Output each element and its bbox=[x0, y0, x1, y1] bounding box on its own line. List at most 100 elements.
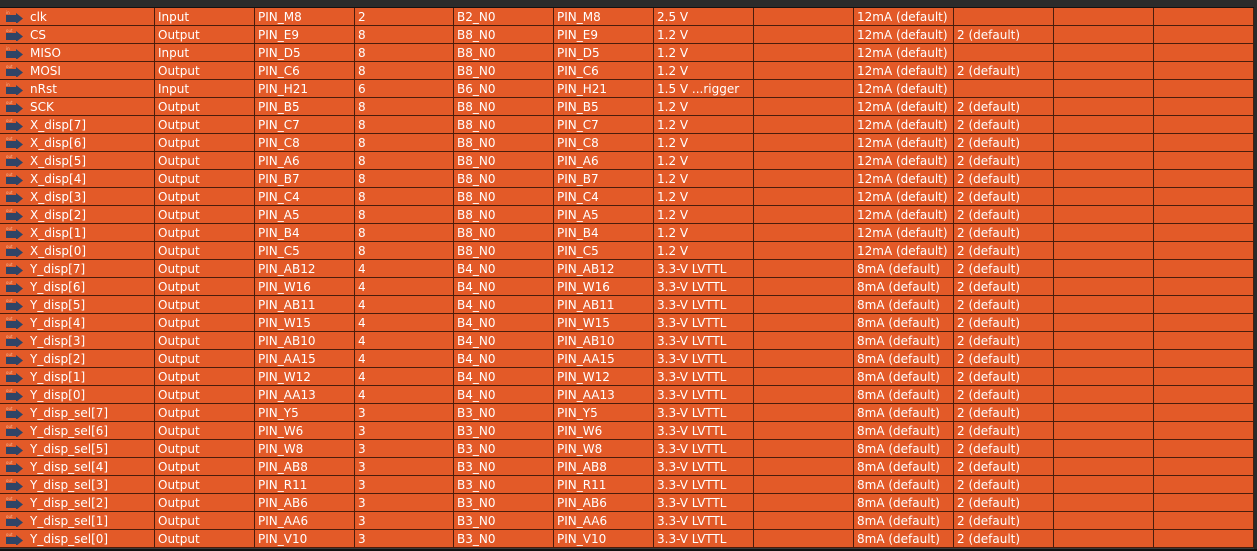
reserved-cell[interactable] bbox=[754, 80, 854, 97]
direction-cell[interactable]: Input bbox=[155, 80, 255, 97]
fitter-location-cell[interactable]: PIN_R11 bbox=[554, 476, 654, 493]
location-cell[interactable]: PIN_C4 bbox=[255, 188, 355, 205]
node-name-cell[interactable]: out Y_disp[5] bbox=[0, 296, 155, 313]
empty-cell[interactable] bbox=[1154, 224, 1254, 241]
vref-group-cell[interactable]: B8_N0 bbox=[454, 44, 554, 61]
slew-rate-cell[interactable]: 2 (default) bbox=[954, 404, 1054, 421]
empty-cell[interactable] bbox=[1054, 224, 1154, 241]
vref-group-cell[interactable]: B8_N0 bbox=[454, 62, 554, 79]
vref-group-cell[interactable]: B8_N0 bbox=[454, 206, 554, 223]
empty-cell[interactable] bbox=[1154, 242, 1254, 259]
fitter-location-cell[interactable]: PIN_D5 bbox=[554, 44, 654, 61]
io-standard-cell[interactable]: 1.2 V bbox=[654, 206, 754, 223]
location-cell[interactable]: PIN_AB8 bbox=[255, 458, 355, 475]
fitter-location-cell[interactable]: PIN_C8 bbox=[554, 134, 654, 151]
reserved-cell[interactable] bbox=[754, 404, 854, 421]
slew-rate-cell[interactable]: 2 (default) bbox=[954, 116, 1054, 133]
current-strength-cell[interactable]: 8mA (default) bbox=[854, 440, 954, 457]
io-standard-cell[interactable]: 1.2 V bbox=[654, 188, 754, 205]
bank-cell[interactable]: 8 bbox=[355, 62, 454, 79]
current-strength-cell[interactable]: 8mA (default) bbox=[854, 260, 954, 277]
node-name-cell[interactable]: out X_disp[4] bbox=[0, 170, 155, 187]
empty-cell[interactable] bbox=[1054, 296, 1154, 313]
current-strength-cell[interactable]: 12mA (default) bbox=[854, 134, 954, 151]
fitter-location-cell[interactable]: PIN_C5 bbox=[554, 242, 654, 259]
io-standard-cell[interactable]: 3.3-V LVTTL bbox=[654, 530, 754, 547]
slew-rate-cell[interactable]: 2 (default) bbox=[954, 188, 1054, 205]
reserved-cell[interactable] bbox=[754, 206, 854, 223]
vref-group-cell[interactable]: B3_N0 bbox=[454, 512, 554, 529]
io-standard-cell[interactable]: 3.3-V LVTTL bbox=[654, 422, 754, 439]
reserved-cell[interactable] bbox=[754, 170, 854, 187]
direction-cell[interactable]: Output bbox=[155, 116, 255, 133]
location-cell[interactable]: PIN_M8 bbox=[255, 8, 355, 25]
current-strength-cell[interactable]: 8mA (default) bbox=[854, 368, 954, 385]
location-cell[interactable]: PIN_W15 bbox=[255, 314, 355, 331]
reserved-cell[interactable] bbox=[754, 530, 854, 547]
bank-cell[interactable]: 8 bbox=[355, 26, 454, 43]
direction-cell[interactable]: Output bbox=[155, 188, 255, 205]
node-name-cell[interactable]: out X_disp[5] bbox=[0, 152, 155, 169]
bank-cell[interactable]: 3 bbox=[355, 458, 454, 475]
current-strength-cell[interactable]: 12mA (default) bbox=[854, 224, 954, 241]
location-cell[interactable]: PIN_B4 bbox=[255, 224, 355, 241]
current-strength-cell[interactable]: 8mA (default) bbox=[854, 332, 954, 349]
bank-cell[interactable]: 3 bbox=[355, 422, 454, 439]
slew-rate-cell[interactable]: 2 (default) bbox=[954, 476, 1054, 493]
empty-cell[interactable] bbox=[1054, 26, 1154, 43]
table-row[interactable]: out X_disp[2] Output PIN_A5 8 B8_N0 PIN_A5 1.2 … bbox=[0, 206, 1254, 224]
fitter-location-cell[interactable]: PIN_A6 bbox=[554, 152, 654, 169]
empty-cell[interactable] bbox=[1054, 152, 1154, 169]
direction-cell[interactable]: Input bbox=[155, 44, 255, 61]
reserved-cell[interactable] bbox=[754, 386, 854, 403]
current-strength-cell[interactable]: 12mA (default) bbox=[854, 242, 954, 259]
current-strength-cell[interactable]: 8mA (default) bbox=[854, 458, 954, 475]
empty-cell[interactable] bbox=[1054, 422, 1154, 439]
direction-cell[interactable]: Output bbox=[155, 476, 255, 493]
empty-cell[interactable] bbox=[1154, 404, 1254, 421]
current-strength-cell[interactable]: 8mA (default) bbox=[854, 314, 954, 331]
direction-cell[interactable]: Output bbox=[155, 314, 255, 331]
bank-cell[interactable]: 4 bbox=[355, 368, 454, 385]
node-name-cell[interactable]: out Y_disp_sel[4] bbox=[0, 458, 155, 475]
empty-cell[interactable] bbox=[1054, 458, 1154, 475]
bank-cell[interactable]: 2 bbox=[355, 8, 454, 25]
current-strength-cell[interactable]: 12mA (default) bbox=[854, 80, 954, 97]
table-row[interactable]: out Y_disp[5] Output PIN_AB11 4 B4_N0 PIN_AB11… bbox=[0, 296, 1254, 314]
reserved-cell[interactable] bbox=[754, 476, 854, 493]
table-row[interactable]: out Y_disp[4] Output PIN_W15 4 B4_N0 PIN_W15 3.… bbox=[0, 314, 1254, 332]
node-name-cell[interactable]: out X_disp[2] bbox=[0, 206, 155, 223]
fitter-location-cell[interactable]: PIN_AB12 bbox=[554, 260, 654, 277]
io-standard-cell[interactable]: 1.2 V bbox=[654, 62, 754, 79]
vref-group-cell[interactable]: B3_N0 bbox=[454, 440, 554, 457]
table-row[interactable]: out X_disp[6] Output PIN_C8 8 B8_N0 PIN_C8 1.2 … bbox=[0, 134, 1254, 152]
empty-cell[interactable] bbox=[1154, 80, 1254, 97]
node-name-cell[interactable]: out MOSI bbox=[0, 62, 155, 79]
table-row[interactable]: out Y_disp_sel[5] Output PIN_W8 3 B3_N0 PIN_W8… bbox=[0, 440, 1254, 458]
node-name-cell[interactable]: out X_disp[1] bbox=[0, 224, 155, 241]
fitter-location-cell[interactable]: PIN_AB11 bbox=[554, 296, 654, 313]
direction-cell[interactable]: Output bbox=[155, 26, 255, 43]
empty-cell[interactable] bbox=[1054, 386, 1154, 403]
node-name-cell[interactable]: out X_disp[7] bbox=[0, 116, 155, 133]
node-name-cell[interactable]: out Y_disp_sel[1] bbox=[0, 512, 155, 529]
slew-rate-cell[interactable]: 2 (default) bbox=[954, 530, 1054, 547]
vref-group-cell[interactable]: B3_N0 bbox=[454, 422, 554, 439]
current-strength-cell[interactable]: 12mA (default) bbox=[854, 116, 954, 133]
fitter-location-cell[interactable]: PIN_C7 bbox=[554, 116, 654, 133]
slew-rate-cell[interactable] bbox=[954, 80, 1054, 97]
bank-cell[interactable]: 8 bbox=[355, 170, 454, 187]
fitter-location-cell[interactable]: PIN_C6 bbox=[554, 62, 654, 79]
direction-cell[interactable]: Output bbox=[155, 386, 255, 403]
reserved-cell[interactable] bbox=[754, 62, 854, 79]
node-name-cell[interactable]: out X_disp[3] bbox=[0, 188, 155, 205]
current-strength-cell[interactable]: 8mA (default) bbox=[854, 386, 954, 403]
empty-cell[interactable] bbox=[1154, 494, 1254, 511]
empty-cell[interactable] bbox=[1054, 80, 1154, 97]
location-cell[interactable]: PIN_Y5 bbox=[255, 404, 355, 421]
fitter-location-cell[interactable]: PIN_M8 bbox=[554, 8, 654, 25]
reserved-cell[interactable] bbox=[754, 134, 854, 151]
vref-group-cell[interactable]: B3_N0 bbox=[454, 476, 554, 493]
direction-cell[interactable]: Output bbox=[155, 62, 255, 79]
direction-cell[interactable]: Output bbox=[155, 134, 255, 151]
